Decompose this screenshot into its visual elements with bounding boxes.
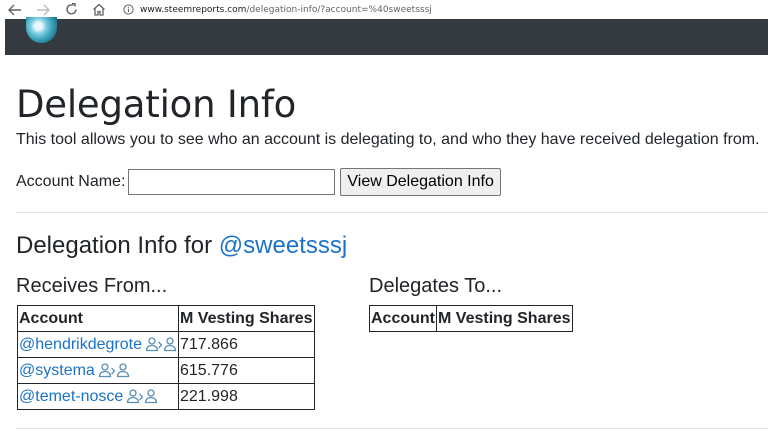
account-link[interactable]: @hendrikdegrote xyxy=(19,336,142,353)
account-cell: @temet-nosce xyxy=(17,383,179,410)
table-row: @systema 615.776 xyxy=(17,357,315,384)
section-account-link[interactable]: @sweetsssj xyxy=(219,232,347,259)
column-header-m-vesting-shares: M Vesting Shares xyxy=(436,305,573,332)
column-header-account: Account xyxy=(369,305,437,332)
table-row: @temet-nosce 221.998 xyxy=(17,383,315,410)
view-delegation-info-button[interactable]: View Delegation Info xyxy=(340,168,501,196)
info-icon xyxy=(123,4,134,15)
column-header-m-vesting-shares: M Vesting Shares xyxy=(178,305,315,332)
section-title: Delegation Info for @sweetsssj xyxy=(16,232,347,260)
delegation-history-icon[interactable] xyxy=(98,362,130,378)
account-form: Account Name: View Delegation Info xyxy=(16,168,501,196)
vesting-shares-cell: 221.998 xyxy=(178,383,315,410)
back-arrow-icon xyxy=(8,4,21,15)
home-icon xyxy=(93,3,105,16)
vesting-shares-cell: 717.866 xyxy=(178,331,315,358)
account-link[interactable]: @systema xyxy=(19,362,95,379)
site-logo[interactable] xyxy=(26,17,57,43)
page-description: This tool allows you to see who an accou… xyxy=(16,131,760,148)
account-cell: @hendrikdegrote xyxy=(17,331,179,358)
table-header-row: Account M Vesting Shares xyxy=(17,305,315,332)
vesting-shares-cell: 615.776 xyxy=(178,357,315,384)
account-link[interactable]: @temet-nosce xyxy=(19,388,123,405)
delegates-to-heading: Delegates To... xyxy=(369,275,503,297)
back-button[interactable] xyxy=(5,0,25,19)
delegation-history-icon[interactable] xyxy=(145,336,177,352)
receives-from-heading: Receives From... xyxy=(16,275,168,297)
table-header-row: Account M Vesting Shares xyxy=(369,305,573,332)
divider xyxy=(16,212,768,213)
url-text: www.steemreports.com/delegation-info/?ac… xyxy=(140,4,432,15)
home-button[interactable] xyxy=(89,0,109,19)
section-title-prefix: Delegation Info for xyxy=(16,232,219,259)
table-row: @hendrikdegrote 717.866 xyxy=(17,331,315,358)
reload-icon xyxy=(65,3,77,15)
page-title: Delegation Info xyxy=(16,83,297,126)
site-header xyxy=(5,17,768,55)
address-bar[interactable]: www.steemreports.com/delegation-info/?ac… xyxy=(123,0,432,19)
account-name-input[interactable] xyxy=(128,169,336,195)
delegates-to-table: Account M Vesting Shares xyxy=(369,305,573,332)
browser-toolbar: www.steemreports.com/delegation-info/?ac… xyxy=(0,0,768,19)
forward-arrow-icon xyxy=(37,4,50,15)
delegation-history-icon[interactable] xyxy=(126,388,158,404)
reload-button[interactable] xyxy=(61,0,81,19)
account-cell: @systema xyxy=(17,357,179,384)
divider xyxy=(16,428,768,429)
receives-from-table: Account M Vesting Shares @hendrikdegrote… xyxy=(17,305,315,410)
account-name-label: Account Name: xyxy=(16,173,126,190)
column-header-account: Account xyxy=(17,305,179,332)
